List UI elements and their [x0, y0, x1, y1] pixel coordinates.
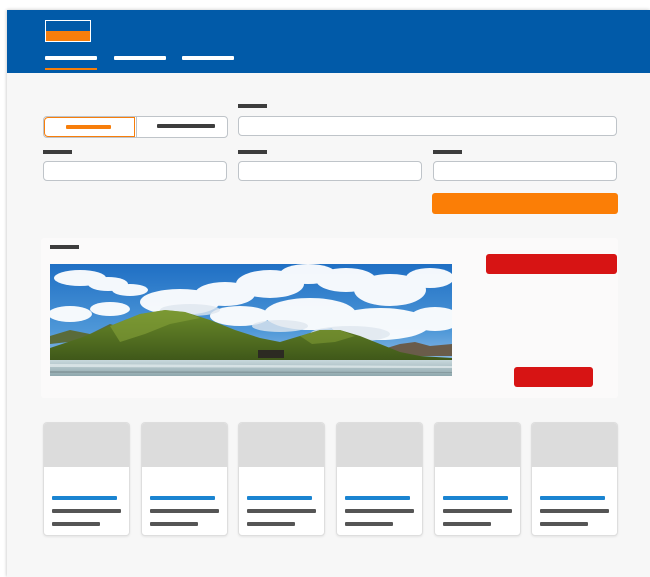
field-2-label — [238, 150, 267, 154]
card-image — [337, 423, 422, 467]
card-text-line — [540, 522, 588, 526]
card-title — [150, 496, 215, 500]
card-text-line — [540, 509, 609, 513]
card-text-line — [345, 509, 414, 513]
field-3-label — [433, 150, 462, 154]
card-2[interactable] — [141, 422, 228, 536]
card-image — [532, 423, 617, 467]
card-text-line — [150, 509, 219, 513]
header-bar — [7, 10, 650, 73]
card-image — [239, 423, 324, 467]
card-text-line — [443, 509, 512, 513]
nav-item-1[interactable] — [45, 56, 97, 60]
card-1[interactable] — [43, 422, 130, 536]
promo-secondary-button[interactable] — [514, 367, 593, 387]
brand-logo-icon[interactable] — [45, 20, 91, 42]
promo-heading — [50, 245, 79, 249]
search-submit-button[interactable] — [432, 193, 618, 214]
field-top-input[interactable] — [238, 116, 617, 136]
segment-option-2[interactable] — [136, 117, 227, 137]
card-text-line — [150, 522, 198, 526]
segment-option-2-label — [157, 124, 215, 128]
card-5[interactable] — [434, 422, 521, 536]
field-1-label — [43, 150, 72, 154]
promo-primary-button[interactable] — [486, 254, 617, 274]
field-top-label — [238, 104, 267, 108]
card-6[interactable] — [531, 422, 618, 536]
card-image — [142, 423, 227, 467]
nav-active-indicator — [45, 68, 97, 70]
field-3-input[interactable] — [433, 161, 617, 181]
nav-item-3[interactable] — [182, 56, 234, 60]
card-title — [247, 496, 312, 500]
card-3[interactable] — [238, 422, 325, 536]
segmented-control — [43, 116, 228, 138]
nav-item-2[interactable] — [114, 56, 166, 60]
field-1-input[interactable] — [43, 161, 227, 181]
card-text-line — [443, 522, 491, 526]
card-text-line — [345, 522, 393, 526]
card-4[interactable] — [336, 422, 423, 536]
card-text-line — [247, 522, 295, 526]
card-title — [540, 496, 605, 500]
card-image — [435, 423, 520, 467]
card-title — [443, 496, 508, 500]
card-image — [44, 423, 129, 467]
page — [7, 10, 650, 577]
card-text-line — [247, 509, 316, 513]
landscape-image-svg — [50, 264, 452, 376]
card-title — [52, 496, 117, 500]
card-title — [345, 496, 410, 500]
segment-option-1-label — [66, 125, 111, 129]
card-text-line — [52, 522, 100, 526]
logo-accent — [46, 31, 90, 41]
segment-option-1[interactable] — [44, 117, 135, 137]
card-text-line — [52, 509, 121, 513]
promo-landscape-image — [50, 264, 452, 376]
field-2-input[interactable] — [238, 161, 422, 181]
